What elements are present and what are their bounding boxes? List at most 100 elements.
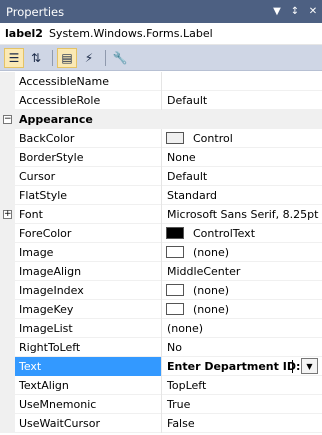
property-row[interactable]: AccessibleName (0, 72, 322, 91)
property-name: ImageIndex (19, 284, 84, 297)
column-divider (161, 72, 162, 91)
property-value[interactable]: MiddleCenter (167, 265, 240, 278)
row-gutter (0, 129, 15, 148)
property-value-editor[interactable]: Enter Department ID: (167, 360, 300, 373)
property-name: FlatStyle (19, 189, 68, 202)
column-divider (161, 129, 162, 148)
properties-icon[interactable]: ▤ (57, 47, 77, 68)
property-row[interactable]: + Font Microsoft Sans Serif, 8.25pt (0, 205, 322, 224)
dropdown-arrow-icon[interactable]: ▼ (301, 358, 318, 374)
column-divider (161, 319, 162, 338)
property-value[interactable]: None (167, 151, 196, 164)
property-value[interactable]: (none) (193, 246, 229, 259)
category-row[interactable]: − Appearance (0, 110, 322, 129)
property-row[interactable]: Image (none) (0, 243, 322, 262)
property-row[interactable]: RightToLeft No (0, 338, 322, 357)
property-name: UseWaitCursor (19, 417, 100, 430)
column-divider (161, 91, 162, 110)
property-value[interactable]: ControlText (193, 227, 255, 240)
property-name: BackColor (19, 132, 75, 145)
pin-icon[interactable]: ↕ (286, 0, 304, 23)
row-gutter (0, 243, 15, 262)
object-type: System.Windows.Forms.Label (48, 27, 213, 40)
property-row[interactable]: UseWaitCursor False (0, 414, 322, 433)
property-row[interactable]: ImageList (none) (0, 319, 322, 338)
property-row[interactable]: FlatStyle Standard (0, 186, 322, 205)
property-value[interactable]: Microsoft Sans Serif, 8.25pt (167, 208, 318, 221)
property-row[interactable]: UseMnemonic True (0, 395, 322, 414)
property-name: ImageList (19, 322, 73, 335)
property-value[interactable]: (none) (167, 322, 203, 335)
properties-titlebar: Properties ▼ ↕ ✕ (0, 0, 322, 23)
window-title: Properties (6, 4, 65, 19)
property-value[interactable]: TopLeft (167, 379, 206, 392)
row-gutter (0, 72, 15, 91)
object-selector[interactable]: label2 System.Windows.Forms.Label (0, 23, 322, 45)
properties-toolbar: ☰ ⇅ ▤ ⚡ 🔧 (0, 45, 322, 71)
property-name: BorderStyle (19, 151, 84, 164)
categorized-icon[interactable]: ☰ (4, 47, 24, 68)
property-row[interactable]: ForeColor ControlText (0, 224, 322, 243)
row-gutter (0, 414, 15, 433)
property-value[interactable]: Control (193, 132, 233, 145)
property-name: ImageAlign (19, 265, 82, 278)
property-row[interactable]: ImageIndex (none) (0, 281, 322, 300)
property-name: AccessibleRole (19, 94, 101, 107)
property-name: Image (19, 246, 54, 259)
property-value[interactable]: Default (167, 170, 207, 183)
collapse-icon[interactable]: − (3, 115, 12, 124)
color-swatch (166, 246, 184, 258)
column-divider (161, 414, 162, 433)
property-value[interactable]: (none) (193, 284, 229, 297)
column-divider (161, 338, 162, 357)
row-gutter (0, 376, 15, 395)
color-swatch (166, 132, 184, 144)
object-name: label2 (5, 27, 43, 40)
row-gutter (0, 281, 15, 300)
property-row[interactable]: ImageKey (none) (0, 300, 322, 319)
column-divider (161, 224, 162, 243)
alphabetical-icon[interactable]: ⇅ (26, 48, 46, 68)
property-row[interactable]: Text Enter Department ID: ▼ (0, 357, 322, 376)
property-value[interactable]: True (167, 398, 190, 411)
property-row[interactable]: BackColor Control (0, 129, 322, 148)
property-row[interactable]: BorderStyle None (0, 148, 322, 167)
column-divider (161, 300, 162, 319)
property-name: Text (19, 360, 42, 373)
property-value[interactable]: No (167, 341, 182, 354)
property-row[interactable]: Cursor Default (0, 167, 322, 186)
row-gutter (0, 148, 15, 167)
expand-icon[interactable]: + (3, 210, 12, 219)
color-swatch (166, 303, 184, 315)
column-divider (161, 167, 162, 186)
dropdown-arrow-icon[interactable]: ▼ (268, 0, 286, 23)
row-gutter (0, 357, 15, 376)
property-value[interactable]: Standard (167, 189, 217, 202)
property-row[interactable]: TextAlign TopLeft (0, 376, 322, 395)
property-name: ImageKey (19, 303, 74, 316)
property-value[interactable]: False (167, 417, 195, 430)
property-value[interactable]: (none) (193, 303, 229, 316)
column-divider (161, 148, 162, 167)
column-divider (161, 243, 162, 262)
events-icon[interactable]: ⚡ (79, 48, 99, 68)
row-gutter (0, 224, 15, 243)
property-name: ForeColor (19, 227, 72, 240)
row-gutter (0, 91, 15, 110)
property-row[interactable]: ImageAlign MiddleCenter (0, 262, 322, 281)
toolbar-separator (105, 49, 106, 66)
category-label: Appearance (19, 113, 93, 126)
property-value[interactable]: Default (167, 94, 207, 107)
close-icon[interactable]: ✕ (304, 0, 322, 23)
column-divider (161, 281, 162, 300)
column-divider (161, 262, 162, 281)
property-name: UseMnemonic (19, 398, 97, 411)
property-name: Cursor (19, 170, 56, 183)
toolbar-separator (52, 49, 53, 66)
property-pages-icon[interactable]: 🔧 (110, 48, 130, 68)
column-divider (161, 376, 162, 395)
property-name: TextAlign (19, 379, 69, 392)
row-gutter (0, 395, 15, 414)
property-row[interactable]: AccessibleRole Default (0, 91, 322, 110)
property-grid: AccessibleName AccessibleRole Default − Appe… (0, 72, 322, 433)
